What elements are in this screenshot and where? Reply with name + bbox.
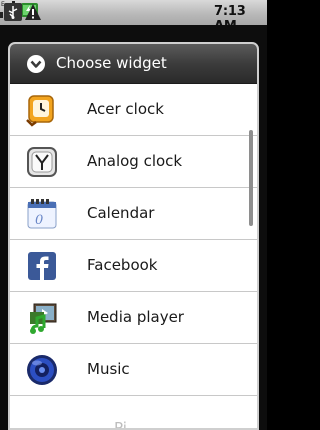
music-icon: [27, 355, 57, 385]
svg-text:0: 0: [35, 213, 43, 228]
item-label: Calendar: [87, 204, 155, 222]
status-bar: E 7:13 AM: [0, 0, 267, 34]
item-label: Facebook: [87, 256, 158, 274]
calendar-icon: 0: [27, 199, 57, 229]
item-label: Media player: [87, 308, 184, 326]
list-item-partial[interactable]: Pi...: [10, 397, 257, 430]
usb-icon: [4, 3, 22, 21]
item-label: Acer clock: [87, 100, 164, 118]
analog-clock-icon: [27, 147, 57, 177]
chevron-down-circle-icon: [27, 55, 45, 73]
media-player-icon: [30, 303, 57, 334]
dialog-title: Choose widget: [56, 54, 167, 72]
partial-icon: [24, 404, 60, 430]
facebook-icon: [28, 252, 56, 280]
list-item-analog-clock[interactable]: Analog clock: [10, 137, 257, 188]
list-item-facebook[interactable]: Facebook: [10, 241, 257, 292]
item-label: Pi...: [114, 419, 142, 430]
choose-widget-dialog: Choose widget Acer clock Analog clock 0 …: [8, 42, 259, 430]
list-item-media-player[interactable]: Media player: [10, 293, 257, 344]
dialog-header: Choose widget: [10, 44, 257, 84]
scrollbar[interactable]: [249, 130, 253, 226]
acer-clock-icon: [26, 95, 54, 127]
item-label: Analog clock: [87, 152, 183, 170]
item-label: Music: [87, 360, 130, 378]
list-item-music[interactable]: Music: [10, 345, 257, 396]
widget-list[interactable]: Acer clock Analog clock 0 Calendar Faceb…: [10, 85, 257, 428]
warning-icon: [25, 4, 41, 20]
list-item-calendar[interactable]: 0 Calendar: [10, 189, 257, 240]
list-item-acer-clock[interactable]: Acer clock: [10, 85, 257, 136]
